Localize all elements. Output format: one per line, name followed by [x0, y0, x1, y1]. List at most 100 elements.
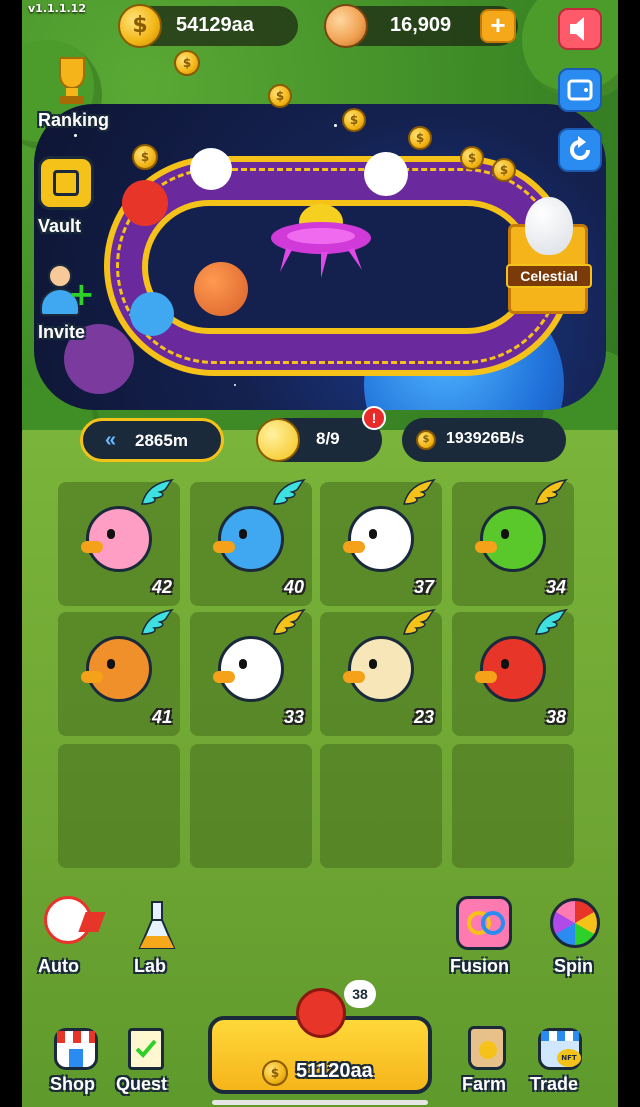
invite-button[interactable]: + Invite — [36, 260, 116, 346]
sound-button[interactable] — [558, 8, 602, 50]
cream-sheep-icon[interactable] — [343, 636, 414, 702]
grid-cell[interactable]: 37 — [320, 478, 442, 606]
red-chicken-icon[interactable] — [475, 636, 546, 702]
nft-market-icon: NFT — [538, 1028, 582, 1070]
gem-balance[interactable]: 16,909 + — [324, 4, 518, 48]
income-pill: $ 193926B/s — [402, 418, 566, 462]
spin-button[interactable]: Spin — [548, 892, 608, 978]
trade-button[interactable]: NFT Trade — [528, 1024, 594, 1100]
auto-button[interactable]: Auto — [36, 892, 106, 978]
buy-price: 51120aa — [296, 1060, 373, 1082]
grid-cell[interactable]: 34 — [452, 478, 574, 606]
slot-count-value: 8/9 — [316, 429, 340, 448]
farm-button[interactable]: Farm — [458, 1024, 518, 1100]
pink-sheep-icon[interactable] — [81, 506, 152, 572]
wing-icon — [400, 478, 437, 508]
checklist-icon — [128, 1028, 164, 1070]
beak-icon — [81, 671, 103, 683]
eye-icon — [107, 529, 115, 539]
eye-icon — [239, 659, 247, 669]
beak-icon — [213, 541, 235, 553]
user-add-icon: + — [40, 264, 95, 318]
lab-label: Lab — [134, 956, 167, 976]
auto-label: Auto — [38, 956, 79, 976]
grid-cell[interactable] — [58, 744, 180, 868]
floating-coin: $ — [132, 144, 158, 170]
invite-label: Invite — [38, 322, 86, 342]
trophy-icon — [59, 57, 85, 104]
grid-cell[interactable]: 42 — [58, 478, 180, 606]
beak-icon — [81, 541, 103, 553]
flask-icon — [138, 901, 176, 949]
level-label: 38 — [545, 707, 566, 727]
grid-cell[interactable] — [320, 744, 442, 868]
wing-icon — [532, 478, 569, 508]
buy-level-badge: 38 — [344, 980, 376, 1008]
grid-cell[interactable]: 33 — [190, 608, 312, 736]
chick-icon — [256, 418, 300, 462]
wing-icon — [270, 478, 307, 508]
ranking-label: Ranking — [38, 110, 110, 130]
wallet-button[interactable] — [558, 68, 602, 112]
grid-cell[interactable]: 38 — [452, 608, 574, 736]
wing-icon — [532, 608, 569, 638]
egg-icon — [525, 197, 573, 255]
chick-token-icon — [324, 4, 368, 48]
buy-animal-preview — [296, 988, 346, 1038]
beak-icon — [343, 541, 365, 553]
shop-button[interactable]: Shop — [48, 1024, 108, 1100]
fusion-label: Fusion — [450, 956, 509, 976]
home-indicator — [212, 1100, 428, 1105]
grid-cell[interactable]: 40 — [190, 478, 312, 606]
spin-label: Spin — [554, 956, 593, 976]
feed-bag-icon — [468, 1026, 506, 1070]
quest-button[interactable]: Quest — [116, 1024, 182, 1100]
eye-icon — [501, 659, 509, 669]
trade-label: Trade — [530, 1074, 579, 1094]
income-value: 193926B/s — [446, 430, 525, 447]
level-label: 40 — [283, 577, 304, 597]
beak-icon — [343, 671, 365, 683]
white-pig-icon[interactable] — [343, 506, 414, 572]
beak-icon — [475, 671, 497, 683]
ranking-button[interactable]: Ranking — [36, 48, 126, 134]
grid-cell[interactable] — [190, 744, 312, 868]
safe-door-icon — [53, 170, 79, 196]
refresh-button[interactable] — [558, 128, 602, 172]
eye-icon — [107, 659, 115, 669]
blue-bird-icon[interactable] — [213, 506, 284, 572]
exclamation-icon: ! — [371, 410, 377, 426]
lab-button[interactable]: Lab — [130, 892, 190, 978]
grid-cell[interactable]: 41 — [58, 608, 180, 736]
level-label: 34 — [545, 577, 566, 597]
wheel-icon — [550, 898, 600, 948]
star-decoration — [234, 384, 236, 386]
vault-icon — [38, 156, 94, 210]
fusion-button[interactable]: Fusion — [446, 892, 524, 978]
quest-label: Quest — [116, 1074, 168, 1094]
level-label: 37 — [413, 577, 434, 597]
level-label: 33 — [283, 707, 304, 727]
floating-coin: $ — [408, 126, 432, 150]
distance-value: 2865m — [135, 431, 188, 450]
grid-cell[interactable] — [452, 744, 574, 868]
vault-button[interactable]: Vault — [36, 156, 116, 240]
celestial-badge: Celestial — [506, 264, 592, 288]
coin-icon: $ — [118, 4, 162, 48]
orange-pig-icon[interactable] — [81, 636, 152, 702]
slot-count-pill[interactable]: 8/9 ! — [256, 406, 386, 462]
wing-icon — [138, 478, 175, 508]
add-gems-button[interactable]: + — [480, 9, 516, 43]
floating-coin: $ — [460, 146, 484, 170]
nft-tag-label: NFT — [561, 1054, 577, 1062]
coin-balance[interactable]: $ 54129aa — [118, 4, 298, 48]
grid-cell[interactable]: 23 — [320, 608, 442, 736]
star-decoration — [334, 124, 337, 127]
shop-icon — [54, 1028, 98, 1070]
floating-coin: $ — [492, 158, 516, 182]
white-bunny-icon[interactable] — [213, 636, 284, 702]
coin-icon: $ — [262, 1060, 288, 1086]
nft-tag: NFT — [557, 1049, 581, 1067]
green-chicken-icon[interactable] — [475, 506, 546, 572]
wing-icon — [138, 608, 175, 638]
